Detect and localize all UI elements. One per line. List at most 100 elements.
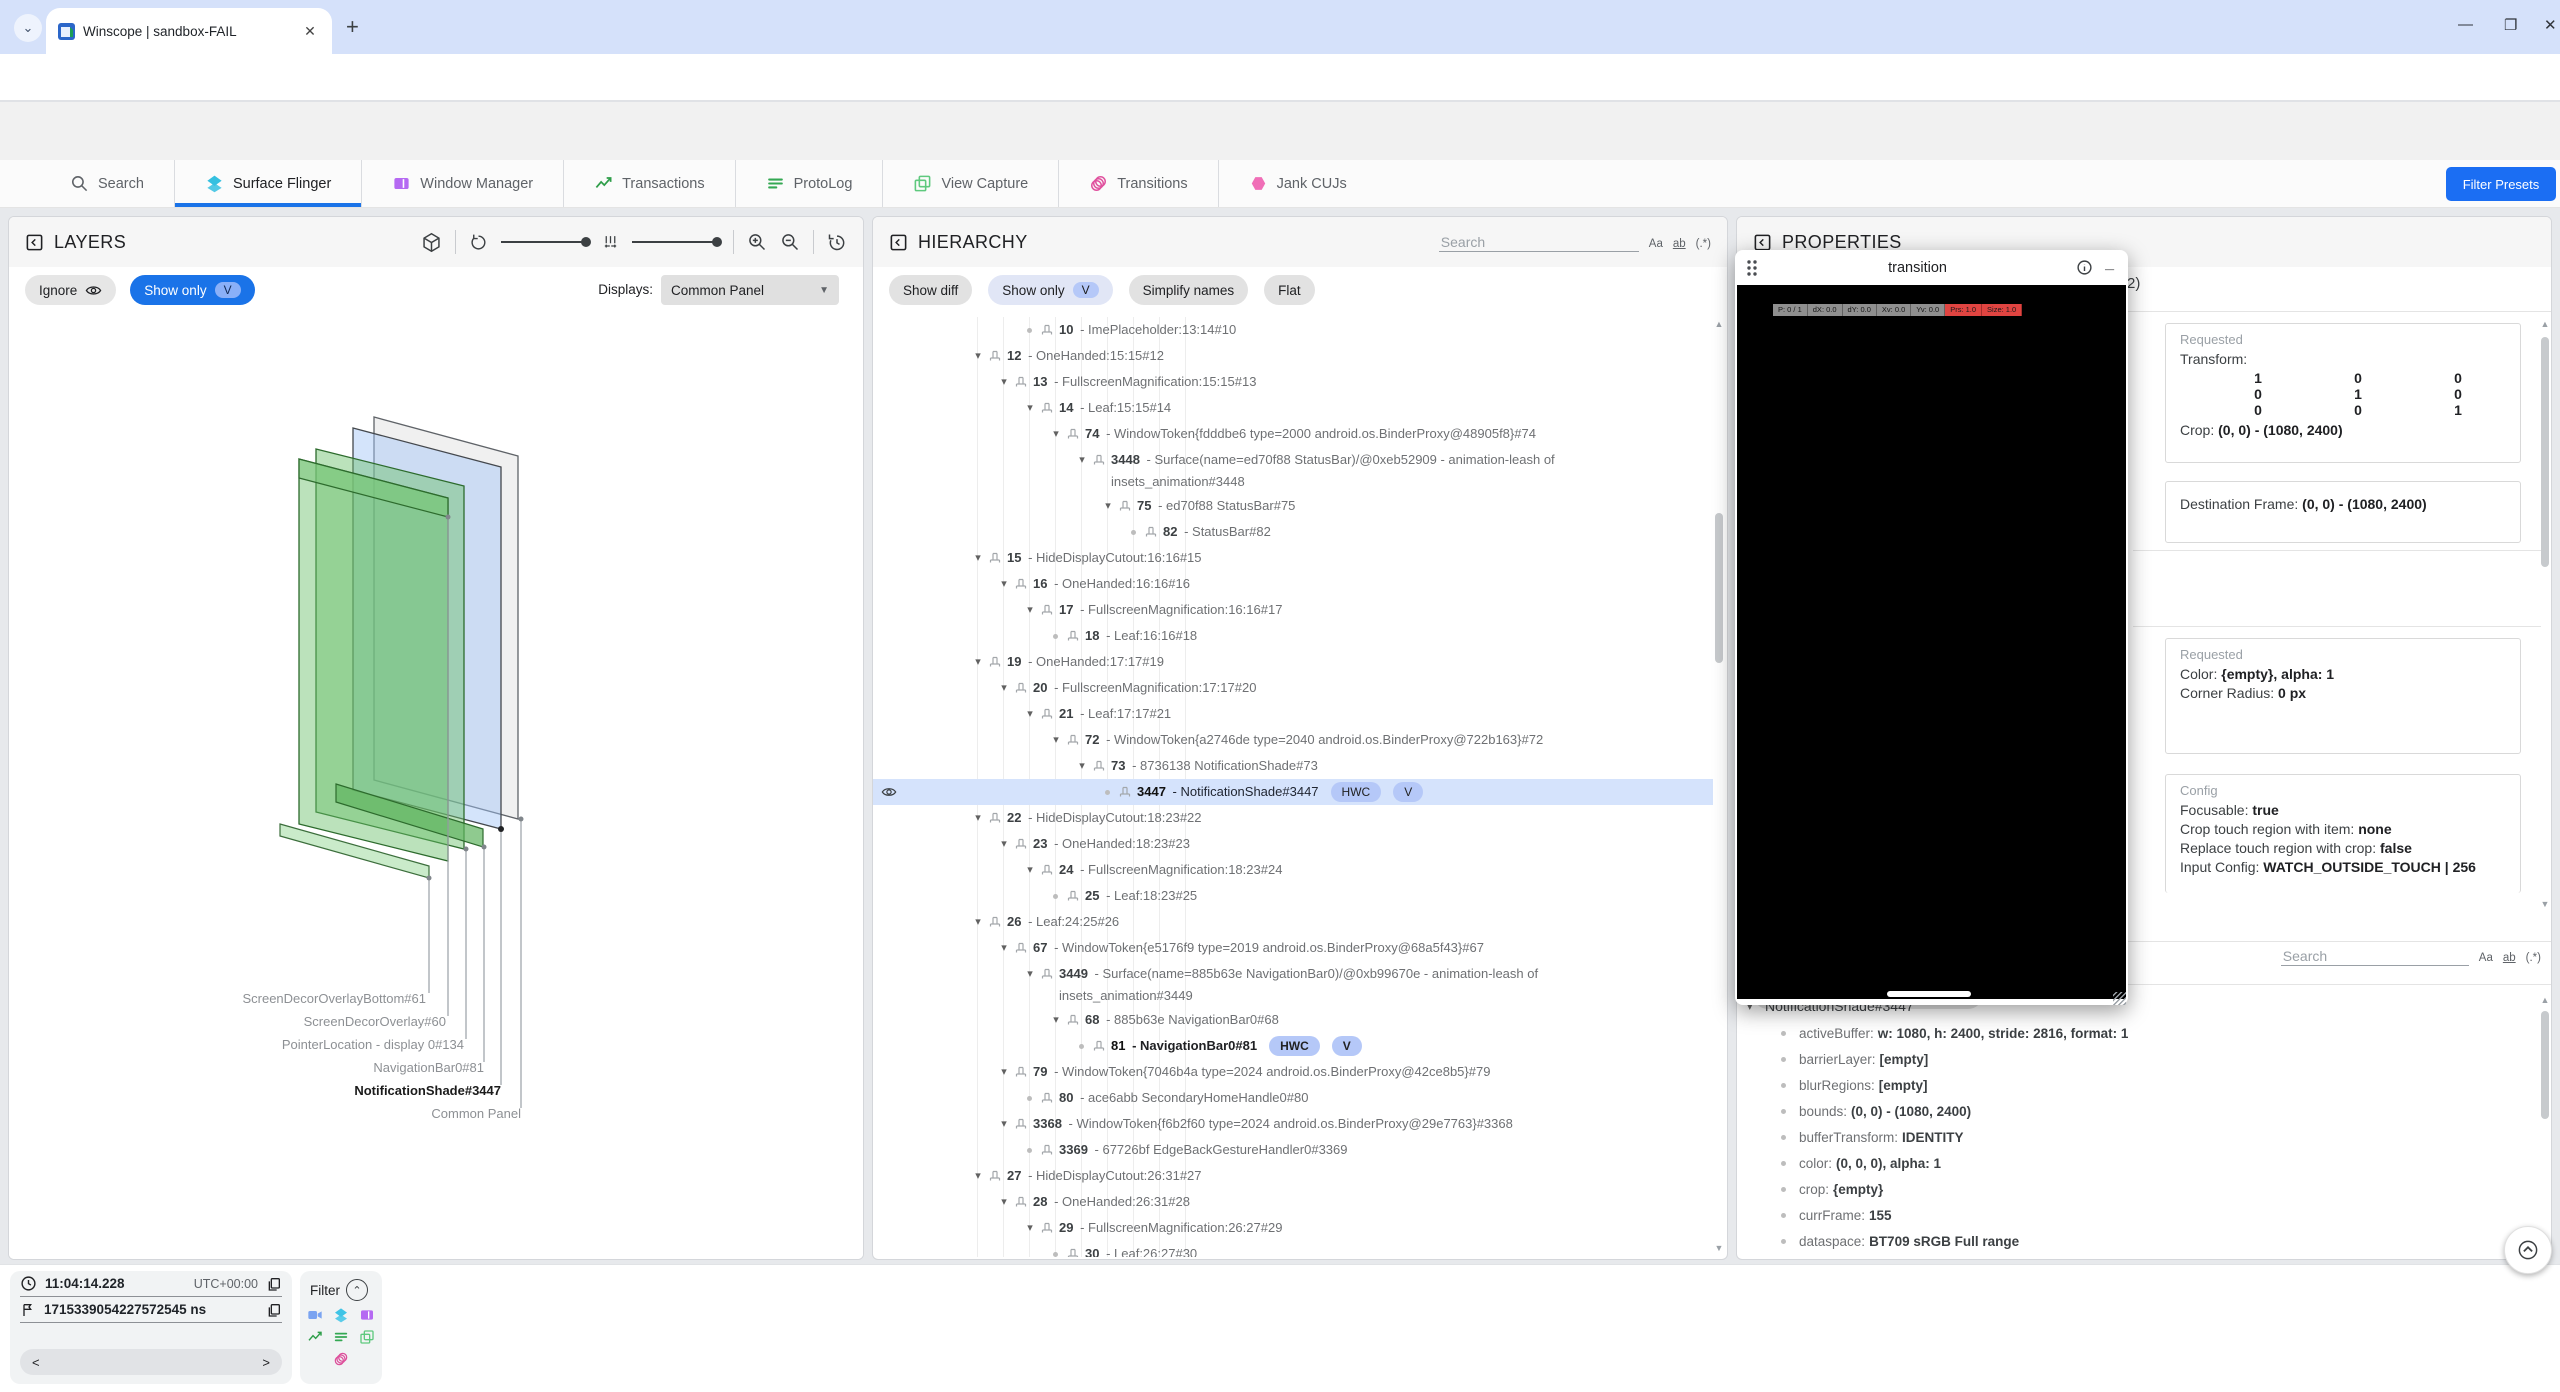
tab-search[interactable]: Search bbox=[40, 160, 174, 207]
window-restore-icon[interactable]: ❐ bbox=[2504, 16, 2517, 34]
pin-icon[interactable] bbox=[1015, 571, 1033, 590]
match-case-toggle[interactable]: Aa bbox=[2479, 952, 2493, 964]
pin-icon[interactable] bbox=[1093, 753, 1111, 772]
layers-3d-canvas[interactable]: ScreenDecorOverlayBottom#61ScreenDecorOv… bbox=[9, 317, 863, 1259]
hierarchy-scrollbar[interactable]: ▲ ▼ bbox=[1713, 319, 1725, 1253]
hierarchy-row-72[interactable]: ▾72 - WindowToken{a2746de type=2040 andr… bbox=[873, 727, 1713, 753]
pin-icon[interactable] bbox=[1041, 1137, 1059, 1156]
spacing-slider[interactable] bbox=[632, 241, 720, 243]
tab-transitions[interactable]: Transitions bbox=[1058, 160, 1217, 207]
hierarchy-row-3368[interactable]: ▾3368 - WindowToken{f6b2f60 type=2024 an… bbox=[873, 1111, 1713, 1137]
hierarchy-row-79[interactable]: ▾79 - WindowToken{7046b4a type=2024 andr… bbox=[873, 1059, 1713, 1085]
pin-icon[interactable] bbox=[1041, 317, 1059, 336]
pin-icon[interactable] bbox=[1015, 831, 1033, 850]
expand-arrow-icon[interactable]: ▾ bbox=[967, 909, 989, 935]
pin-icon[interactable] bbox=[989, 1163, 1007, 1182]
pin-icon[interactable] bbox=[1067, 421, 1085, 440]
tab-protolog[interactable]: ProtoLog bbox=[735, 160, 883, 207]
visibility-eye-icon[interactable] bbox=[881, 784, 897, 800]
pin-icon[interactable] bbox=[1067, 883, 1085, 902]
expand-arrow-icon[interactable]: ▾ bbox=[967, 545, 989, 571]
pin-icon[interactable] bbox=[989, 805, 1007, 824]
collapse-panel-icon[interactable] bbox=[1753, 233, 1772, 252]
chip-show-diff[interactable]: Show diff bbox=[889, 275, 972, 305]
properties-tree-scrollbar[interactable]: ▲ bbox=[2539, 995, 2551, 1253]
pin-icon[interactable] bbox=[1041, 701, 1059, 720]
minimize-overlay-icon[interactable]: _ bbox=[2105, 255, 2118, 281]
info-icon[interactable] bbox=[2076, 259, 2093, 276]
expand-arrow-icon[interactable]: ▾ bbox=[993, 935, 1015, 961]
properties-search-input[interactable] bbox=[2281, 947, 2469, 966]
ignore-chip[interactable]: Ignore bbox=[25, 275, 116, 305]
filter-presets-button[interactable]: Filter Presets bbox=[2446, 167, 2556, 201]
camera-icon[interactable] bbox=[307, 1307, 323, 1323]
pin-icon[interactable] bbox=[1015, 675, 1033, 694]
squares-icon[interactable] bbox=[359, 1329, 375, 1345]
expand-arrow-icon[interactable]: ▾ bbox=[1019, 701, 1041, 727]
human-time-row[interactable]: 11:04:14.228 UTC+00:00 bbox=[20, 1271, 282, 1297]
pin-icon[interactable] bbox=[1015, 1189, 1033, 1208]
ns-time-row[interactable]: 1715339054227572545 ns bbox=[20, 1297, 282, 1323]
expand-arrow-icon[interactable]: ▾ bbox=[1071, 447, 1093, 473]
hierarchy-row-74[interactable]: ▾74 - WindowToken{fdddbe6 type=2000 andr… bbox=[873, 421, 1713, 447]
pin-icon[interactable] bbox=[1119, 493, 1137, 512]
scroll-to-top-button[interactable] bbox=[2504, 1226, 2552, 1274]
expand-arrow-icon[interactable]: ▾ bbox=[967, 343, 989, 369]
zoom-in-icon[interactable] bbox=[747, 232, 767, 252]
pin-icon[interactable] bbox=[1015, 935, 1033, 954]
hierarchy-row-17[interactable]: ▾17 - FullscreenMagnification:16:16#17 bbox=[873, 597, 1713, 623]
hierarchy-row-22[interactable]: ▾22 - HideDisplayCutout:18:23#22 bbox=[873, 805, 1713, 831]
hierarchy-row-10[interactable]: 10 - ImePlaceholder:13:14#10 bbox=[873, 317, 1713, 343]
expand-arrow-icon[interactable]: ▾ bbox=[1019, 961, 1041, 987]
property-color[interactable]: color:(0, 0, 0), alpha: 1 bbox=[1737, 1150, 2537, 1176]
regex-toggle[interactable]: (.*) bbox=[2526, 952, 2541, 964]
regex-toggle[interactable]: (.*) bbox=[1696, 238, 1711, 250]
expand-arrow-icon[interactable]: ▾ bbox=[1019, 597, 1041, 623]
expand-arrow-icon[interactable]: ▾ bbox=[993, 1189, 1015, 1215]
pin-icon[interactable] bbox=[1041, 857, 1059, 876]
tab-search-chevron-icon[interactable]: ⌄ bbox=[14, 14, 42, 42]
chip-simplify-names[interactable]: Simplify names bbox=[1129, 275, 1249, 305]
tab-window-manager[interactable]: Window Manager bbox=[361, 160, 563, 207]
hierarchy-row-3449[interactable]: ▾3449 - Surface(name=885b63e NavigationB… bbox=[873, 961, 1713, 1007]
hierarchy-row-19[interactable]: ▾19 - OneHanded:17:17#19 bbox=[873, 649, 1713, 675]
expand-arrow-icon[interactable]: ▾ bbox=[1045, 727, 1067, 753]
hierarchy-row-24[interactable]: ▾24 - FullscreenMagnification:18:23#24 bbox=[873, 857, 1713, 883]
tab-surface-flinger[interactable]: Surface Flinger bbox=[174, 160, 361, 207]
property-barrierLayer[interactable]: barrierLayer:[empty] bbox=[1737, 1046, 2537, 1072]
tab-transactions[interactable]: Transactions bbox=[563, 160, 734, 207]
property-dataspace[interactable]: dataspace:BT709 sRGB Full range bbox=[1737, 1228, 2537, 1254]
pin-icon[interactable] bbox=[1041, 597, 1059, 616]
hierarchy-row-3448[interactable]: ▾3448 - Surface(name=ed70f88 StatusBar)/… bbox=[873, 447, 1713, 493]
pin-icon[interactable] bbox=[1145, 519, 1163, 538]
pin-icon[interactable] bbox=[989, 909, 1007, 928]
hierarchy-row-68[interactable]: ▾68 - 885b63e NavigationBar0#68 bbox=[873, 1007, 1713, 1033]
pin-icon[interactable] bbox=[1067, 623, 1085, 642]
tab-view-capture[interactable]: View Capture bbox=[882, 160, 1058, 207]
hierarchy-row-23[interactable]: ▾23 - OneHanded:18:23#23 bbox=[873, 831, 1713, 857]
chart-icon[interactable] bbox=[307, 1329, 323, 1345]
window-minimize-icon[interactable]: — bbox=[2458, 16, 2473, 33]
copy-ns-icon[interactable] bbox=[266, 1302, 282, 1318]
reset-camera-icon[interactable] bbox=[827, 232, 847, 252]
show-only-chip[interactable]: Show onlyV bbox=[130, 275, 254, 305]
pin-icon[interactable] bbox=[1041, 395, 1059, 414]
next-frame-button[interactable]: > bbox=[262, 1355, 270, 1370]
browser-tab[interactable]: Winscope | sandbox-FAIL ✕ bbox=[46, 8, 332, 54]
match-word-toggle[interactable]: ab bbox=[2503, 952, 2516, 964]
expand-arrow-icon[interactable]: ▾ bbox=[993, 1059, 1015, 1085]
pin-icon[interactable] bbox=[1119, 779, 1137, 798]
expand-arrow-icon[interactable]: ▾ bbox=[993, 831, 1015, 857]
hierarchy-row-3369[interactable]: 3369 - 67726bf EdgeBackGestureHandler0#3… bbox=[873, 1137, 1713, 1163]
overlay-titlebar[interactable]: transition _ bbox=[1735, 250, 2128, 285]
pin-icon[interactable] bbox=[1015, 1059, 1033, 1078]
match-word-toggle[interactable]: ab bbox=[1673, 238, 1686, 250]
hierarchy-row-18[interactable]: 18 - Leaf:16:16#18 bbox=[873, 623, 1713, 649]
hierarchy-row-20[interactable]: ▾20 - FullscreenMagnification:17:17#20 bbox=[873, 675, 1713, 701]
property-crop[interactable]: crop:{empty} bbox=[1737, 1176, 2537, 1202]
match-case-toggle[interactable]: Aa bbox=[1649, 238, 1663, 250]
hierarchy-row-16[interactable]: ▾16 - OneHanded:16:16#16 bbox=[873, 571, 1713, 597]
drag-handle-icon[interactable] bbox=[1745, 258, 1759, 278]
pin-icon[interactable] bbox=[1041, 1085, 1059, 1104]
hierarchy-row-12[interactable]: ▾12 - OneHanded:15:15#12 bbox=[873, 343, 1713, 369]
